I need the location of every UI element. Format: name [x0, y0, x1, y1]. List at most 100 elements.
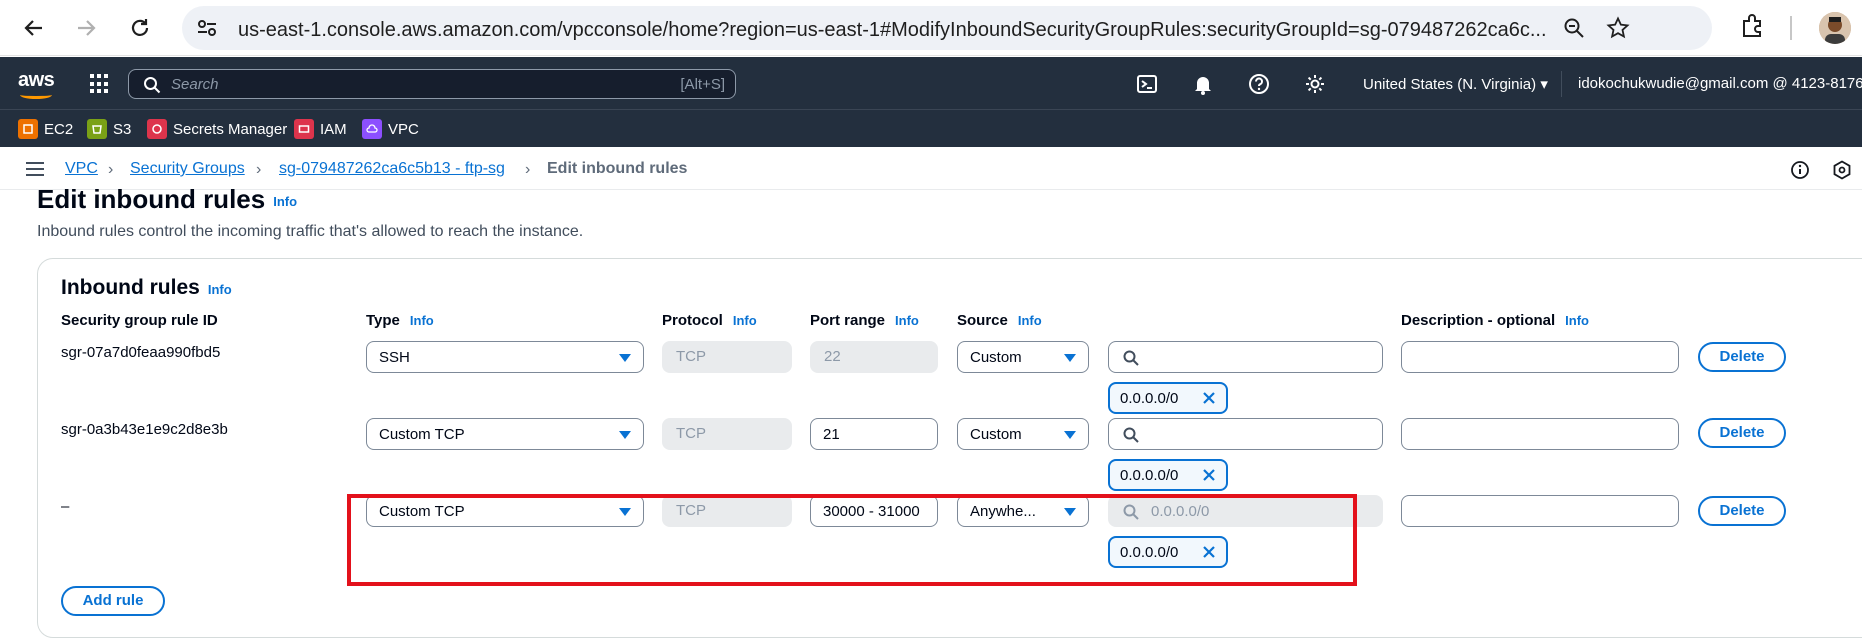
- port-range-input[interactable]: 21: [810, 418, 938, 450]
- column-header-label: Port range: [810, 312, 886, 329]
- browser-toolbar: us-east-1.console.aws.amazon.com/vpccons…: [0, 0, 1862, 56]
- settings-gear-icon[interactable]: [1304, 73, 1326, 95]
- annotation-highlight-box: [347, 494, 1357, 586]
- type-info-link[interactable]: Info: [410, 313, 434, 328]
- favorite-iam[interactable]: IAM: [294, 118, 347, 140]
- protocol-field: TCP: [662, 418, 792, 450]
- search-icon: [1123, 350, 1139, 370]
- console-search-input[interactable]: Search [Alt+S]: [128, 69, 736, 99]
- menu-hamburger-icon[interactable]: [26, 162, 44, 176]
- type-select-value: SSH: [379, 349, 410, 366]
- cidr-search-input[interactable]: [1108, 418, 1383, 450]
- type-select[interactable]: Custom TCP: [366, 418, 644, 450]
- favorite-label: IAM: [320, 120, 347, 138]
- cloudshell-icon[interactable]: [1136, 73, 1158, 95]
- header-divider: [1561, 71, 1562, 97]
- description-info-link[interactable]: Info: [1565, 313, 1589, 328]
- address-bar[interactable]: us-east-1.console.aws.amazon.com/vpccons…: [182, 6, 1712, 50]
- remove-token-icon[interactable]: [1202, 391, 1216, 409]
- rule-id: –: [61, 498, 70, 515]
- description-input[interactable]: [1401, 495, 1679, 527]
- type-select-value: Custom TCP: [379, 426, 465, 443]
- region-selector[interactable]: United States (N. Virginia) ▾: [1363, 75, 1548, 93]
- favorite-s3[interactable]: S3: [87, 118, 131, 140]
- favorite-vpc[interactable]: VPC: [362, 118, 419, 140]
- favorite-label: EC2: [44, 120, 74, 138]
- chevron-right-icon: ›: [256, 161, 262, 178]
- s3-bucket-icon: [87, 119, 107, 139]
- add-rule-button[interactable]: Add rule: [61, 586, 165, 616]
- caret-down-icon: [619, 354, 631, 362]
- cidr-token-label: 0.0.0.0/0: [1120, 467, 1179, 484]
- ec2-icon: [18, 119, 38, 139]
- cidr-search-input[interactable]: [1108, 341, 1383, 373]
- column-header-label: Source: [957, 312, 1008, 329]
- profile-avatar[interactable]: [1819, 12, 1851, 44]
- page-info-link[interactable]: Info: [273, 194, 297, 209]
- region-caret-icon: ▾: [1540, 76, 1548, 93]
- back-arrow-icon[interactable]: [16, 10, 52, 46]
- notifications-bell-icon[interactable]: [1192, 73, 1214, 95]
- favorite-label: Secrets Manager: [173, 120, 288, 138]
- vpc-cloud-icon: [362, 119, 382, 139]
- port-range-field: 22: [810, 341, 938, 373]
- breadcrumb-vpc[interactable]: VPC: [65, 160, 98, 178]
- rule-id: sgr-07a7d0feaa990fbd5: [61, 344, 221, 361]
- breadcrumb-security-group[interactable]: sg-079487262ca6c5b13 - ftp-sg: [279, 160, 505, 178]
- source-select-value: Custom: [970, 349, 1022, 366]
- zoom-icon[interactable]: [1562, 16, 1586, 45]
- protocol-info-link[interactable]: Info: [733, 313, 757, 328]
- reload-icon[interactable]: [122, 10, 158, 46]
- column-header-rule-id: Security group rule ID: [61, 312, 218, 329]
- rule-id: sgr-0a3b43e1e9c2d8e3b: [61, 421, 228, 438]
- caret-down-icon: [1064, 431, 1076, 439]
- aws-console-header: aws Search [Alt+S] United States (N. Vir…: [0, 57, 1862, 109]
- cidr-token: 0.0.0.0/0: [1108, 459, 1228, 491]
- favorite-label: S3: [113, 120, 132, 138]
- type-select[interactable]: SSH: [366, 341, 644, 373]
- aws-logo[interactable]: aws: [18, 69, 55, 92]
- source-info-link[interactable]: Info: [1018, 313, 1042, 328]
- info-circle-icon[interactable]: [1790, 160, 1810, 185]
- source-select-value: Custom: [970, 426, 1022, 443]
- cidr-token: 0.0.0.0/0: [1108, 382, 1228, 414]
- delete-rule-button[interactable]: Delete: [1698, 342, 1786, 372]
- caret-down-icon: [619, 431, 631, 439]
- favorite-ec2[interactable]: EC2: [18, 118, 73, 140]
- panel-info-link[interactable]: Info: [208, 282, 232, 297]
- column-header-label: Description - optional: [1401, 312, 1556, 329]
- delete-rule-button[interactable]: Delete: [1698, 418, 1786, 448]
- panel-title-text: Inbound rules: [61, 276, 200, 299]
- favorite-secrets-manager[interactable]: Secrets Manager: [147, 118, 287, 140]
- column-header-description: Description - optional Info: [1401, 312, 1589, 329]
- column-header-label: Type: [366, 312, 400, 329]
- search-icon: [1123, 427, 1139, 447]
- caret-down-icon: [1064, 354, 1076, 362]
- description-input[interactable]: [1401, 341, 1679, 373]
- port-range-info-link[interactable]: Info: [895, 313, 919, 328]
- bookmark-star-icon[interactable]: [1606, 16, 1630, 45]
- source-select[interactable]: Custom: [957, 418, 1089, 450]
- cidr-token-label: 0.0.0.0/0: [1120, 390, 1179, 407]
- search-placeholder: Search: [171, 76, 219, 93]
- breadcrumb-security-groups[interactable]: Security Groups: [130, 160, 245, 178]
- page-title-text: Edit inbound rules: [37, 184, 266, 214]
- remove-token-icon[interactable]: [1202, 468, 1216, 486]
- column-header-protocol: Protocol Info: [662, 312, 757, 329]
- description-input[interactable]: [1401, 418, 1679, 450]
- page-title: Edit inbound rules Info: [37, 184, 297, 215]
- aws-logo-smile: [20, 91, 52, 99]
- source-select[interactable]: Custom: [957, 341, 1089, 373]
- delete-rule-button[interactable]: Delete: [1698, 496, 1786, 526]
- url-text: us-east-1.console.aws.amazon.com/vpccons…: [238, 19, 1547, 41]
- forward-arrow-icon[interactable]: [68, 10, 104, 46]
- services-grid-icon[interactable]: [90, 74, 110, 94]
- secrets-manager-icon: [147, 119, 167, 139]
- favorite-label: VPC: [388, 120, 419, 138]
- hexagon-settings-icon[interactable]: [1832, 160, 1852, 185]
- account-menu[interactable]: idokochukwudie@gmail.com @ 4123-8176-69: [1578, 75, 1862, 92]
- extensions-icon[interactable]: [1738, 12, 1766, 45]
- column-header-label: Protocol: [662, 312, 723, 329]
- help-icon[interactable]: [1248, 73, 1270, 95]
- site-settings-icon[interactable]: [196, 18, 218, 43]
